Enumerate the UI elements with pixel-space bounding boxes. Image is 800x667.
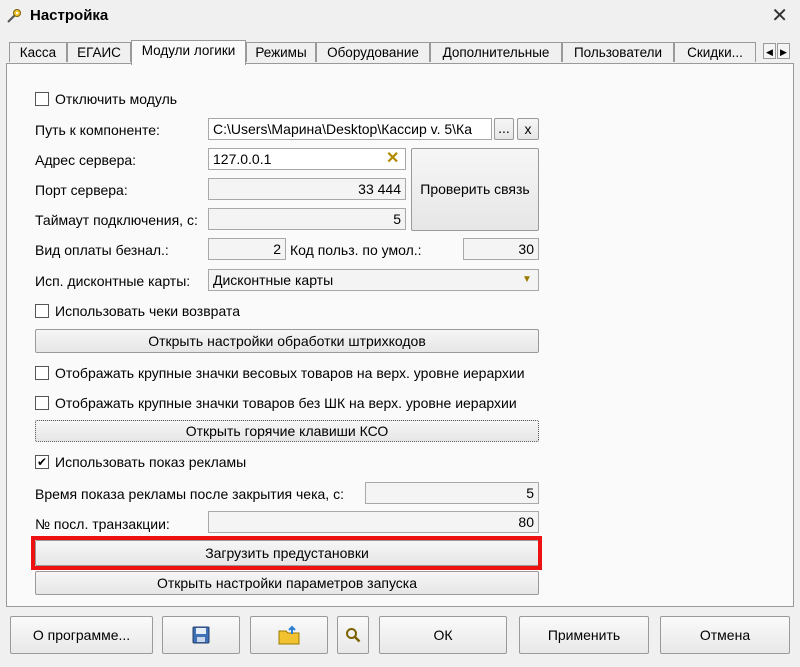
server-address-field[interactable]: 127.0.0.1	[208, 148, 406, 170]
large-weight-icons-checkbox[interactable]	[35, 366, 49, 380]
floppy-disk-icon	[192, 626, 210, 644]
timeout-field[interactable]: 5	[208, 208, 406, 230]
window-title: Настройка	[30, 7, 109, 24]
large-weight-icons-label: Отображать крупные значки весовых товаро…	[55, 365, 525, 381]
clear-address-icon[interactable]: ✕	[386, 150, 399, 168]
chevron-down-icon[interactable]: ▼	[517, 270, 537, 290]
disable-module-checkbox[interactable]	[35, 92, 49, 106]
tab-strip: Касса ЕГАИС Модули логики Режимы Оборудо…	[6, 40, 794, 65]
highlight-frame	[31, 536, 542, 570]
ad-time-label: Время показа рекламы после закрытия чека…	[35, 486, 344, 502]
settings-app-icon	[7, 9, 21, 23]
hotkeys-button[interactable]: Открыть горячие клавиши КСО	[35, 420, 539, 442]
server-port-field[interactable]: 33 444	[208, 178, 406, 200]
large-nobarcode-icons-checkbox[interactable]	[35, 396, 49, 410]
tab-logic-modules[interactable]: Модули логики	[131, 40, 246, 65]
tab-discounts[interactable]: Скидки...	[674, 42, 756, 62]
tab-egais[interactable]: ЕГАИС	[67, 42, 131, 62]
return-receipts-checkbox[interactable]	[35, 304, 49, 318]
timeout-label: Таймаут подключения, с:	[35, 212, 198, 228]
browse-button[interactable]: ...	[494, 118, 514, 140]
discount-cards-value: Дисконтные карты	[213, 272, 334, 288]
ad-time-field[interactable]: 5	[365, 482, 539, 504]
save-button[interactable]	[162, 616, 240, 654]
title-bar: Настройка ✕	[0, 0, 800, 34]
payment-type-field[interactable]: 2	[208, 238, 286, 260]
cancel-button[interactable]: Отмена	[660, 616, 790, 654]
use-ads-checkbox[interactable]: ✔	[35, 455, 49, 469]
close-icon[interactable]: ✕	[771, 4, 788, 28]
clear-path-button[interactable]: x	[517, 118, 539, 140]
tab-additional[interactable]: Дополнительные	[430, 42, 562, 62]
use-ads-label: Использовать показ рекламы	[55, 454, 247, 470]
launch-settings-button[interactable]: Открыть настройки параметров запуска	[35, 571, 539, 595]
disable-module-label: Отключить модуль	[55, 91, 178, 107]
payment-type-label: Вид оплаты безнал.:	[35, 242, 169, 258]
large-nobarcode-icons-label: Отображать крупные значки товаров без ШК…	[55, 395, 517, 411]
server-port-label: Порт сервера:	[35, 182, 128, 198]
search-icon	[346, 628, 361, 643]
return-receipts-label: Использовать чеки возврата	[55, 303, 240, 319]
server-address-label: Адрес сервера:	[35, 152, 137, 168]
last-transaction-field[interactable]: 80	[208, 511, 539, 533]
default-user-code-label: Код польз. по умол.:	[290, 242, 422, 258]
apply-button[interactable]: Применить	[519, 616, 649, 654]
barcode-settings-button[interactable]: Открыть настройки обработки штрихкодов	[35, 329, 539, 353]
tab-modes[interactable]: Режимы	[246, 42, 316, 62]
tab-users[interactable]: Пользователи	[562, 42, 674, 62]
component-path-field[interactable]: C:\Users\Марина\Desktop\Кассир v. 5\Ка	[208, 118, 492, 140]
open-folder-button[interactable]	[250, 616, 328, 654]
check-connection-button[interactable]: Проверить связь	[411, 148, 539, 231]
tab-kassa[interactable]: Касса	[9, 42, 67, 62]
folder-upload-icon	[278, 625, 300, 645]
component-path-label: Путь к компоненте:	[35, 122, 160, 138]
discount-cards-select[interactable]: Дисконтные карты	[208, 269, 539, 291]
last-transaction-label: № посл. транзакции:	[35, 516, 170, 532]
tab-scroll-right-icon[interactable]: ▶	[777, 43, 790, 59]
discount-cards-label: Исп. дисконтные карты:	[35, 273, 191, 289]
settings-window: Настройка ✕ Касса ЕГАИС Модули логики Ре…	[0, 0, 800, 667]
tab-scroll-left-icon[interactable]: ◀	[763, 43, 776, 59]
ok-button[interactable]: ОК	[379, 616, 507, 654]
tab-equipment[interactable]: Оборудование	[316, 42, 430, 62]
about-button[interactable]: О программе...	[10, 616, 153, 654]
default-user-code-field[interactable]: 30	[463, 238, 539, 260]
search-button[interactable]	[337, 616, 369, 654]
